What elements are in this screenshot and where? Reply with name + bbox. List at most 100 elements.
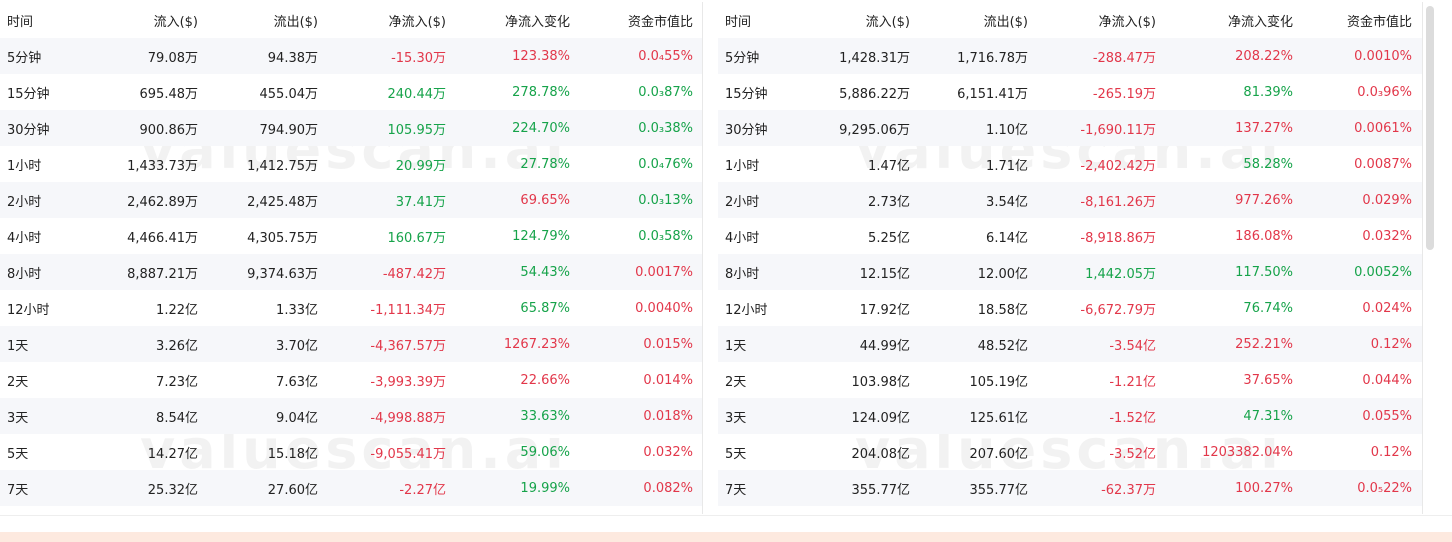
table-row: 30分钟 9,295.06万 1.10亿 -1,690.11万 137.27% 0.006…	[718, 110, 1422, 146]
net-inflow-cell: 160.67万	[387, 230, 447, 246]
outflow-cell: 7.63亿	[276, 374, 318, 390]
fund-mcap-ratio-cell: 0.014%	[643, 372, 693, 388]
time-cell: 1小时	[7, 158, 42, 174]
net-change-cell: 54.43%	[520, 264, 570, 280]
time-cell: 5分钟	[7, 50, 42, 66]
fund-mcap-ratio-cell: 0.0087%	[1354, 156, 1412, 172]
net-change-cell: 47.31%	[1243, 408, 1293, 424]
outflow-cell: 94.38万	[267, 50, 318, 66]
header-net-inflow: 净流入($)	[388, 14, 446, 30]
fund-mcap-ratio-cell: 0.029%	[1362, 192, 1412, 208]
time-cell: 30分钟	[725, 122, 768, 138]
net-inflow-cell: -1,111.34万	[370, 302, 446, 318]
net-inflow-cell: 1,442.05万	[1085, 266, 1156, 282]
net-change-cell: 22.66%	[520, 372, 570, 388]
inflow-cell: 9,295.06万	[839, 122, 910, 138]
time-cell: 12小时	[7, 302, 50, 318]
header-net-inflow: 净流入($)	[1098, 14, 1156, 30]
table-row: 2天 103.98亿 105.19亿 -1.21亿 37.65% 0.044%	[718, 362, 1422, 398]
fund-flow-table-left: 时间 流入($) 流出($) 净流入($) 净流入变化 资金市值比 5分钟 79.08万 94.…	[0, 2, 703, 514]
net-inflow-cell: -15.30万	[391, 50, 446, 66]
fund-mcap-ratio-cell: 0.0010%	[1354, 48, 1412, 64]
net-inflow-cell: -9,055.41万	[370, 446, 446, 462]
inflow-cell: 3.26亿	[156, 338, 198, 354]
header-outflow: 流出($)	[983, 14, 1028, 30]
net-change-cell: 76.74%	[1243, 300, 1293, 316]
time-cell: 30分钟	[7, 122, 50, 138]
table-row: 2小时 2,462.89万 2,425.48万 37.41万 69.65% 0.0₃13%	[0, 182, 702, 218]
outflow-cell: 1,716.78万	[957, 50, 1028, 66]
net-change-cell: 65.87%	[520, 300, 570, 316]
fund-mcap-ratio-cell: 0.024%	[1362, 300, 1412, 316]
net-change-cell: 33.63%	[520, 408, 570, 424]
outflow-cell: 6,151.41万	[957, 86, 1028, 102]
scrollbar-thumb[interactable]	[1426, 6, 1434, 250]
fund-flow-table-right: 时间 流入($) 流出($) 净流入($) 净流入变化 资金市值比 5分钟 1,428.31万…	[718, 2, 1423, 514]
table-row: 8小时 12.15亿 12.00亿 1,442.05万 117.50% 0.0052%	[718, 254, 1422, 290]
table-header: 时间 流入($) 流出($) 净流入($) 净流入变化 资金市值比	[718, 2, 1422, 38]
header-fund-mcap-ratio: 资金市值比	[627, 14, 693, 30]
time-cell: 12小时	[725, 302, 768, 318]
inflow-cell: 1,428.31万	[839, 50, 910, 66]
inflow-cell: 4,466.41万	[127, 230, 198, 246]
time-cell: 5分钟	[725, 50, 760, 66]
outflow-cell: 3.70亿	[276, 338, 318, 354]
inflow-cell: 25.32亿	[147, 482, 198, 498]
fund-mcap-ratio-cell: 0.0052%	[1354, 264, 1412, 280]
table-row: 4小时 5.25亿 6.14亿 -8,918.86万 186.08% 0.032%	[718, 218, 1422, 254]
header-inflow: 流入($)	[153, 14, 198, 30]
inflow-cell: 8.54亿	[156, 410, 198, 426]
fund-mcap-ratio-cell: 0.0₃87%	[638, 84, 693, 100]
net-inflow-cell: 37.41万	[395, 194, 446, 210]
net-inflow-cell: -4,367.57万	[370, 338, 446, 354]
net-change-cell: 69.65%	[520, 192, 570, 208]
inflow-cell: 124.09亿	[851, 410, 911, 426]
net-inflow-cell: -8,161.26万	[1080, 194, 1156, 210]
inflow-cell: 17.92亿	[859, 302, 910, 318]
outflow-cell: 455.04万	[259, 86, 319, 102]
net-inflow-cell: -1,690.11万	[1080, 122, 1156, 138]
time-cell: 5天	[7, 446, 29, 462]
inflow-cell: 5.25亿	[868, 230, 910, 246]
divider	[0, 515, 1452, 516]
time-cell: 8小时	[7, 266, 42, 282]
inflow-cell: 8,887.21万	[127, 266, 198, 282]
table-row: 15分钟 695.48万 455.04万 240.44万 278.78% 0.0₃87%	[0, 74, 702, 110]
table-row: 8小时 8,887.21万 9,374.63万 -487.42万 54.43% 0.001…	[0, 254, 702, 290]
net-inflow-cell: -62.37万	[1101, 482, 1156, 498]
outflow-cell: 1.10亿	[986, 122, 1028, 138]
net-change-cell: 37.65%	[1243, 372, 1293, 388]
outflow-cell: 18.58亿	[977, 302, 1028, 318]
fund-mcap-ratio-cell: 0.018%	[643, 408, 693, 424]
time-cell: 8小时	[725, 266, 760, 282]
net-inflow-cell: -1.52亿	[1109, 410, 1156, 426]
net-change-cell: 137.27%	[1235, 120, 1293, 136]
fund-mcap-ratio-cell: 0.0₃58%	[638, 228, 693, 244]
inflow-cell: 5,886.22万	[839, 86, 910, 102]
net-inflow-cell: -4,998.88万	[370, 410, 446, 426]
outflow-cell: 6.14亿	[986, 230, 1028, 246]
time-cell: 2天	[7, 374, 29, 390]
bottom-banner-strip	[0, 532, 1452, 542]
table-row: 5分钟 1,428.31万 1,716.78万 -288.47万 208.22% 0.00…	[718, 38, 1422, 74]
net-inflow-cell: -3,993.39万	[370, 374, 446, 390]
outflow-cell: 1.33亿	[276, 302, 318, 318]
header-outflow: 流出($)	[273, 14, 318, 30]
net-inflow-cell: -2,402.42万	[1080, 158, 1156, 174]
fund-mcap-ratio-cell: 0.0061%	[1354, 120, 1412, 136]
header-inflow: 流入($)	[865, 14, 910, 30]
table-row: 15分钟 5,886.22万 6,151.41万 -265.19万 81.39% 0.0₃…	[718, 74, 1422, 110]
table-row: 7天 25.32亿 27.60亿 -2.27亿 19.99% 0.082%	[0, 470, 702, 506]
net-inflow-cell: -6,672.79万	[1080, 302, 1156, 318]
outflow-cell: 2,425.48万	[247, 194, 318, 210]
inflow-cell: 44.99亿	[859, 338, 910, 354]
time-cell: 2天	[725, 374, 747, 390]
fund-mcap-ratio-cell: 0.015%	[643, 336, 693, 352]
outflow-cell: 15.18亿	[267, 446, 318, 462]
table-header: 时间 流入($) 流出($) 净流入($) 净流入变化 资金市值比	[0, 2, 702, 38]
outflow-cell: 12.00亿	[977, 266, 1028, 282]
outflow-cell: 9.04亿	[276, 410, 318, 426]
fund-mcap-ratio-cell: 0.0₃96%	[1357, 84, 1412, 100]
inflow-cell: 1.22亿	[156, 302, 198, 318]
table-row: 1小时 1,433.73万 1,412.75万 20.99万 27.78% 0.0₄76%	[0, 146, 702, 182]
